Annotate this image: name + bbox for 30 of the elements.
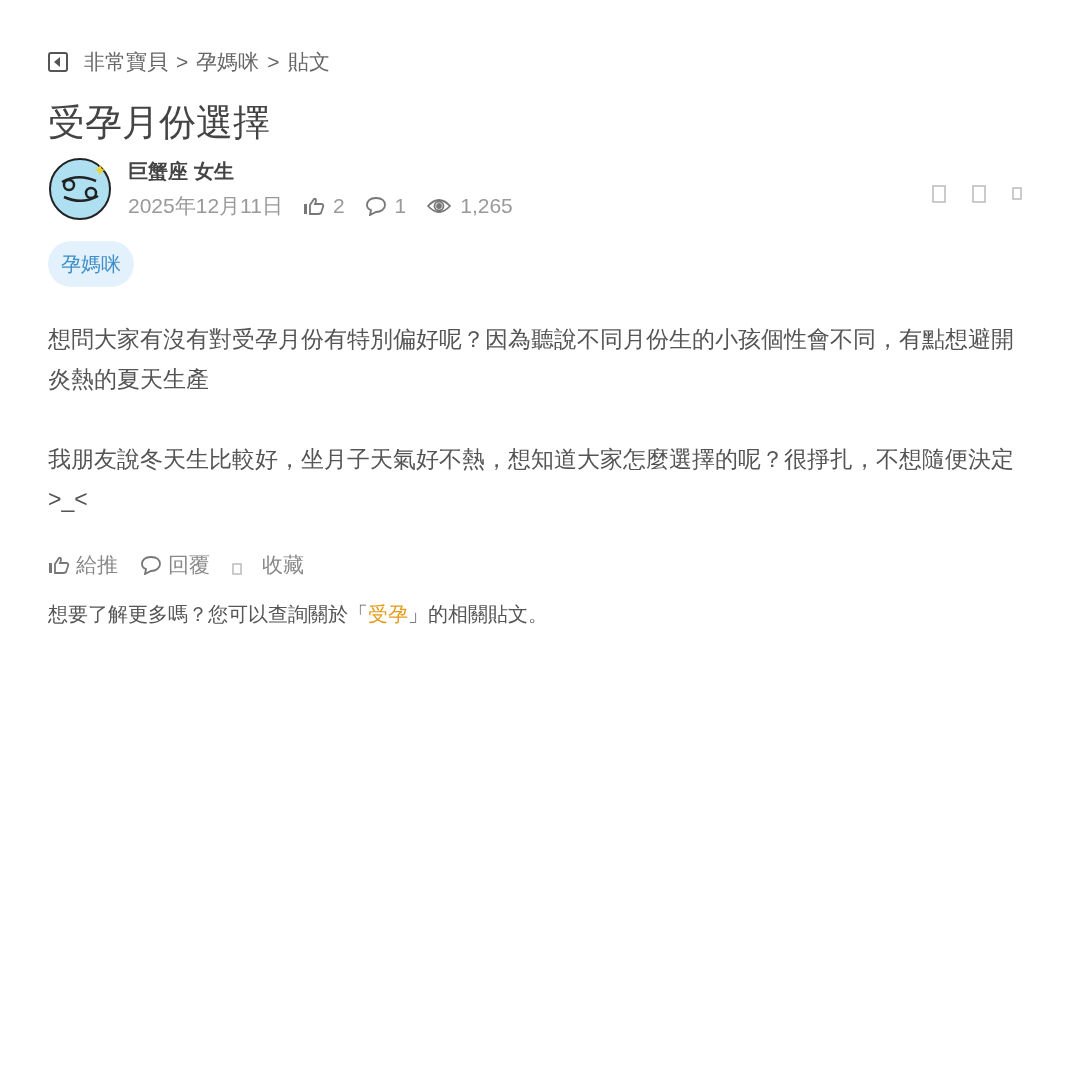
post-paragraph: 我朋友說冬天生比較好，坐月子天氣好不熱，想知道大家怎麼選擇的呢？很掙扎，不想隨便決定 >_< bbox=[48, 445, 1015, 515]
keyword-link[interactable]: 受孕 bbox=[368, 602, 408, 625]
eye-icon bbox=[426, 196, 453, 215]
like-count: 2 bbox=[332, 192, 345, 219]
related-posts-sentence: 想要了解更多嗎？您可以查詢關於「受孕」的相關貼文。 bbox=[48, 601, 549, 627]
square-icon[interactable] bbox=[1012, 187, 1022, 200]
square-icon[interactable] bbox=[232, 563, 242, 575]
author-name[interactable]: 巨蟹座 女生 bbox=[128, 155, 513, 186]
post-title: 受孕月份選擇 bbox=[48, 100, 271, 145]
avatar-icon bbox=[48, 156, 112, 221]
breadcrumb-link[interactable]: 孕媽咪 bbox=[196, 46, 260, 78]
square-icon[interactable] bbox=[972, 184, 986, 203]
category-tag[interactable]: 孕媽咪 bbox=[48, 241, 134, 288]
view-count: 1,265 bbox=[460, 192, 513, 219]
post-date: 2025年12月11日 bbox=[128, 192, 283, 219]
breadcrumb-link[interactable]: 非常寶貝 bbox=[84, 46, 168, 78]
thumbs-up-icon bbox=[48, 556, 70, 574]
speech-bubble-icon bbox=[364, 195, 387, 216]
breadcrumb-separator: > bbox=[176, 49, 189, 75]
action-button[interactable]: 給推 bbox=[48, 549, 118, 581]
breadcrumb-separator: > bbox=[267, 49, 280, 75]
square-icon[interactable] bbox=[932, 184, 946, 203]
action-button[interactable]: 回覆 bbox=[140, 549, 210, 581]
comment-count: 1 bbox=[394, 192, 407, 219]
post-paragraph: 想問大家有沒有對受孕月份有特別偏好呢？因為聽說不同月份生的小孩個性會不同，有點想避開炎熱的夏天生產 bbox=[48, 325, 1015, 395]
thumbs-up-icon bbox=[302, 196, 325, 215]
speech-bubble-icon bbox=[140, 555, 162, 575]
breadcrumb-link[interactable]: 貼文 bbox=[287, 46, 330, 78]
action-button[interactable]: 收藏 bbox=[232, 549, 304, 581]
back-icon[interactable] bbox=[48, 51, 68, 72]
